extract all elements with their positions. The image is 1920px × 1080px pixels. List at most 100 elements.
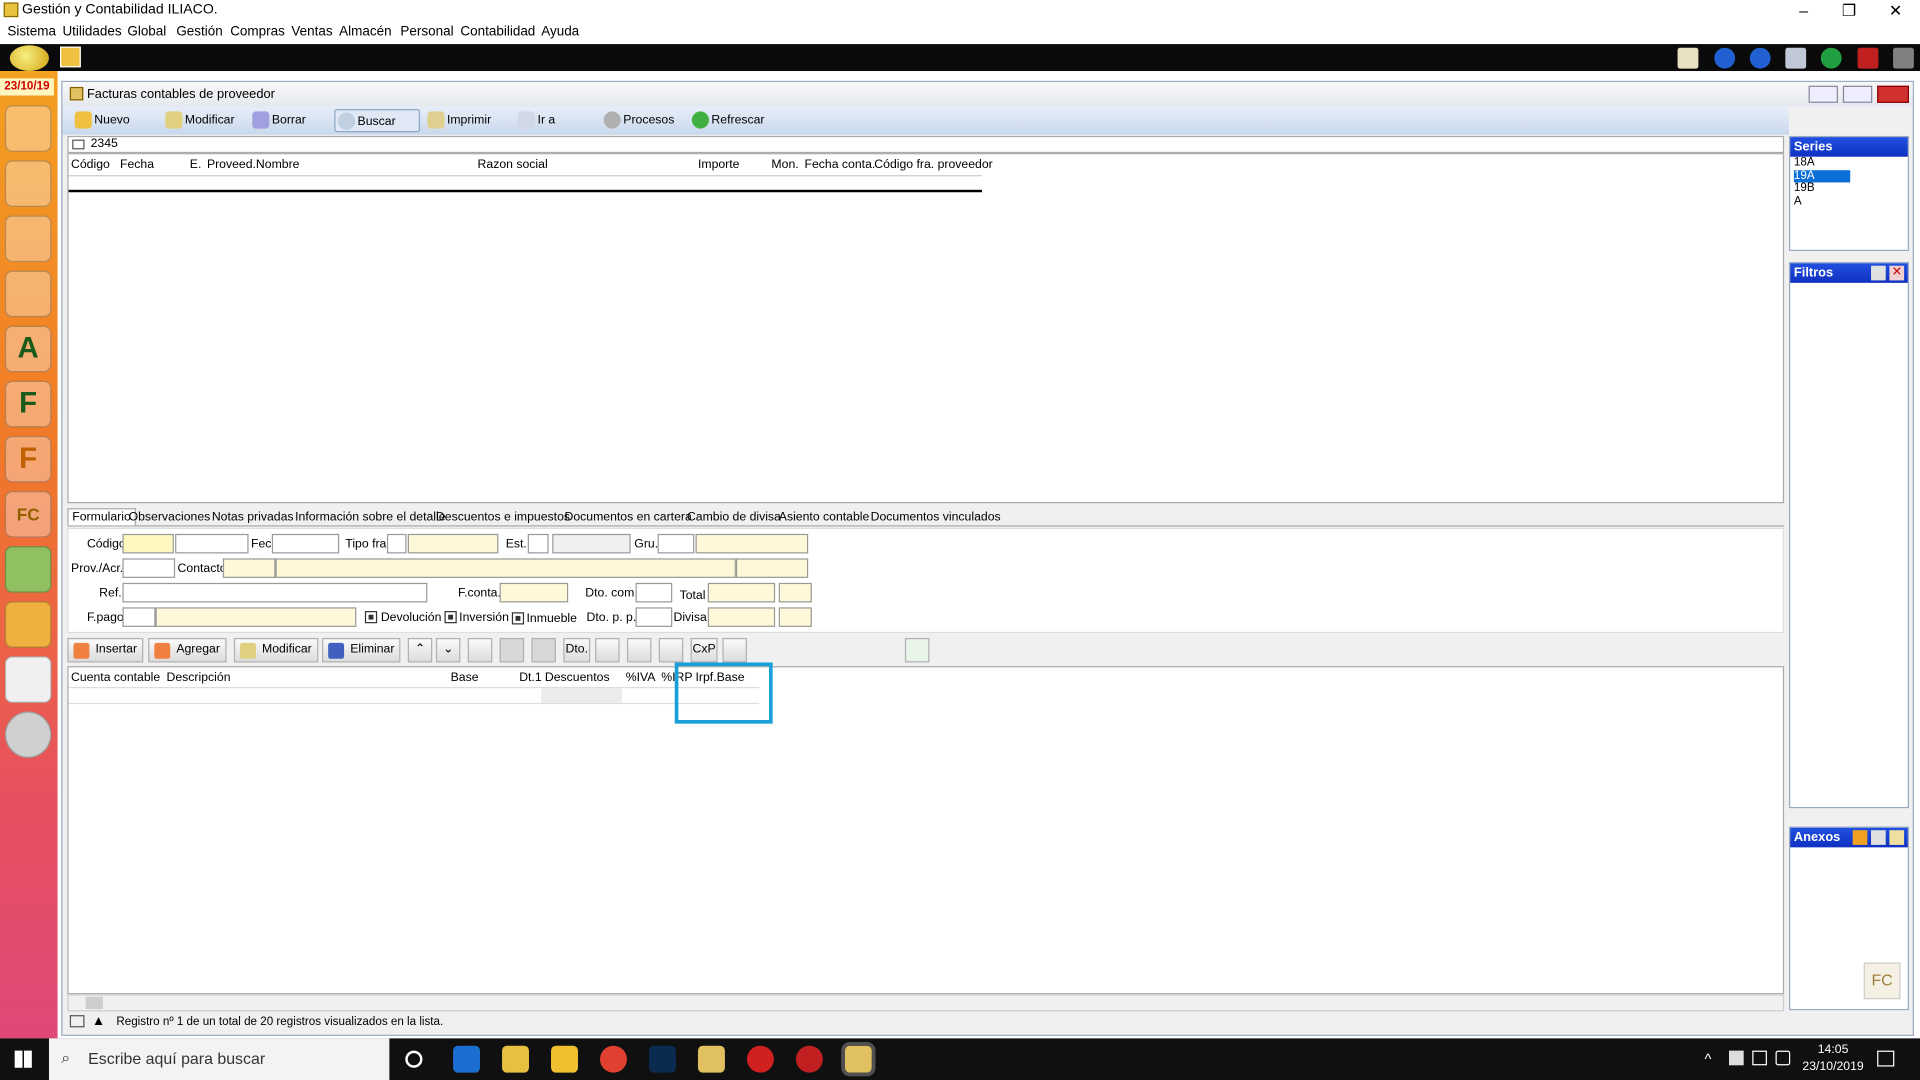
folder-icon[interactable] bbox=[1889, 830, 1905, 845]
series-item[interactable]: 18A bbox=[1794, 156, 1908, 170]
sub-minimize-button[interactable] bbox=[1808, 85, 1838, 103]
add-icon[interactable] bbox=[1852, 830, 1868, 845]
nuevo-button[interactable]: Nuevo bbox=[72, 109, 130, 132]
col-estado[interactable]: E. bbox=[190, 158, 202, 171]
grupo-field[interactable] bbox=[657, 533, 695, 554]
proveedor-field[interactable] bbox=[122, 558, 176, 578]
dto-pp-field[interactable] bbox=[635, 607, 673, 627]
tab-asiento-contable[interactable]: Asiento contable bbox=[779, 511, 870, 524]
collapse-icon[interactable]: ▲ bbox=[92, 1014, 105, 1029]
menu-utilidades[interactable]: Utilidades bbox=[62, 24, 121, 39]
close-button[interactable]: ✕ bbox=[1873, 0, 1917, 22]
inmueble-checkbox[interactable] bbox=[511, 612, 525, 625]
blank-button-2[interactable] bbox=[531, 637, 556, 663]
col-moneda[interactable]: Mon. bbox=[771, 158, 798, 171]
restore-button[interactable]: ❐ bbox=[1827, 0, 1871, 22]
close-window-icon[interactable] bbox=[1857, 47, 1879, 69]
tab-informacion-detalle[interactable]: Información sobre el detalle bbox=[295, 511, 445, 524]
active-app-icon[interactable] bbox=[841, 1042, 876, 1077]
iliaco-app-icon[interactable] bbox=[697, 1045, 725, 1073]
exit-icon[interactable] bbox=[1893, 47, 1914, 69]
tab-notas-privadas[interactable]: Notas privadas bbox=[212, 511, 294, 524]
user-p-icon[interactable] bbox=[4, 215, 52, 263]
col-base[interactable]: Base bbox=[451, 671, 479, 684]
notifications-icon[interactable] bbox=[1877, 1050, 1895, 1067]
col-iva[interactable]: %IVA bbox=[626, 671, 656, 684]
letter-f-orange-icon[interactable]: F bbox=[4, 435, 52, 483]
detail-grid[interactable]: Cuenta contable Descripción Base Dt.1 De… bbox=[67, 666, 1785, 995]
invoice-list[interactable]: Código Fecha E. Proveed. Nombre Razon so… bbox=[67, 153, 1785, 504]
tab-cambio-divisa[interactable]: Cambio de divisa bbox=[687, 511, 781, 524]
photoshop-icon[interactable] bbox=[648, 1045, 676, 1073]
help-icon[interactable] bbox=[1820, 47, 1842, 69]
network-icon[interactable] bbox=[1752, 1050, 1767, 1066]
col-codigo-fra[interactable]: Código fra. proveedor bbox=[874, 158, 992, 171]
close-icon[interactable]: ✕ bbox=[1889, 265, 1905, 281]
ir-a-button[interactable]: Ir a bbox=[516, 109, 555, 132]
borrar-button[interactable]: Borrar bbox=[250, 109, 306, 132]
document-pen-icon[interactable] bbox=[722, 637, 747, 663]
cxp-button[interactable]: CxP bbox=[690, 637, 718, 663]
sun-logo-icon[interactable] bbox=[9, 45, 49, 72]
page-button[interactable] bbox=[467, 637, 493, 663]
dx-app-icon[interactable] bbox=[746, 1045, 774, 1073]
tab-documentos-vinculados[interactable]: Documentos vinculados bbox=[871, 511, 1001, 524]
horizontal-scrollbar[interactable] bbox=[67, 994, 1785, 1012]
ref-field[interactable] bbox=[122, 582, 428, 603]
col-codigo[interactable]: Código bbox=[71, 158, 110, 171]
buscar-button[interactable]: Buscar bbox=[334, 108, 421, 133]
menu-contabilidad[interactable]: Contabilidad bbox=[460, 24, 535, 39]
fc-icon[interactable]: FC bbox=[4, 491, 52, 538]
tab-documentos-cartera[interactable]: Documentos en cartera bbox=[564, 511, 691, 524]
sub-maximize-button[interactable] bbox=[1842, 85, 1873, 103]
eliminar-button[interactable]: Eliminar bbox=[322, 637, 401, 663]
col-descripcion[interactable]: Descripción bbox=[167, 671, 231, 684]
col-cuenta-contable[interactable]: Cuenta contable bbox=[71, 671, 160, 684]
inversion-checkbox[interactable] bbox=[444, 611, 457, 624]
detail-modificar-button[interactable]: Modificar bbox=[233, 637, 318, 663]
bag-orange-icon[interactable] bbox=[4, 601, 52, 648]
sub-close-button[interactable] bbox=[1877, 85, 1909, 103]
menu-sistema[interactable]: Sistema bbox=[7, 24, 56, 39]
coins-icon[interactable] bbox=[595, 637, 620, 663]
col-razon-social[interactable]: Razon social bbox=[478, 158, 548, 171]
empty-detail-row[interactable] bbox=[68, 686, 760, 705]
mail-app-icon[interactable] bbox=[502, 1045, 529, 1073]
chrome-icon[interactable] bbox=[600, 1045, 627, 1073]
codigo-serie-field[interactable] bbox=[122, 533, 174, 554]
contacto-field[interactable] bbox=[222, 558, 276, 578]
excel-icon[interactable] bbox=[904, 637, 930, 663]
settings-icon[interactable] bbox=[1871, 830, 1886, 845]
fconta-field[interactable] bbox=[499, 582, 569, 603]
chevron-up-icon[interactable]: ^ bbox=[1705, 1051, 1712, 1068]
volume-icon[interactable] bbox=[1775, 1050, 1791, 1066]
tab-descuentos-impuestos[interactable]: Descuentos e impuestos bbox=[436, 511, 570, 524]
cortana-icon[interactable] bbox=[405, 1050, 423, 1068]
settings-icon[interactable] bbox=[1871, 265, 1886, 281]
devolucion-checkbox[interactable] bbox=[364, 611, 378, 624]
col-nombre[interactable]: Nombre bbox=[256, 158, 300, 171]
user-icon[interactable] bbox=[4, 160, 52, 207]
fecha-field[interactable] bbox=[271, 533, 340, 554]
file-explorer-icon[interactable] bbox=[551, 1045, 578, 1073]
letter-a-icon[interactable]: A bbox=[4, 325, 52, 373]
clock-date[interactable]: 23/10/2019 bbox=[1798, 1060, 1869, 1073]
user-a-icon[interactable] bbox=[4, 270, 52, 318]
back-arrow-icon[interactable] bbox=[1714, 47, 1736, 69]
red-app-icon[interactable] bbox=[795, 1045, 823, 1073]
menu-ayuda[interactable]: Ayuda bbox=[541, 24, 579, 39]
agregar-button[interactable]: Agregar bbox=[148, 637, 227, 663]
refrescar-button[interactable]: Refrescar bbox=[689, 109, 765, 132]
menu-almacen[interactable]: Almacén bbox=[339, 24, 391, 39]
menu-global[interactable]: Global bbox=[127, 24, 166, 39]
blank-button-1[interactable] bbox=[499, 637, 525, 663]
codigo-field[interactable] bbox=[175, 533, 249, 554]
window-list-icon[interactable] bbox=[1785, 47, 1807, 69]
euro-icon[interactable] bbox=[626, 637, 652, 663]
imprimir-button[interactable]: Imprimir bbox=[425, 109, 491, 132]
taskbar-search[interactable]: ⌕ Escribe aquí para buscar bbox=[48, 1038, 390, 1080]
tipo-fra-field[interactable] bbox=[386, 533, 407, 554]
move-down-button[interactable]: ⌄ bbox=[435, 637, 461, 663]
menu-personal[interactable]: Personal bbox=[400, 24, 453, 39]
copy-icon[interactable] bbox=[658, 637, 684, 663]
